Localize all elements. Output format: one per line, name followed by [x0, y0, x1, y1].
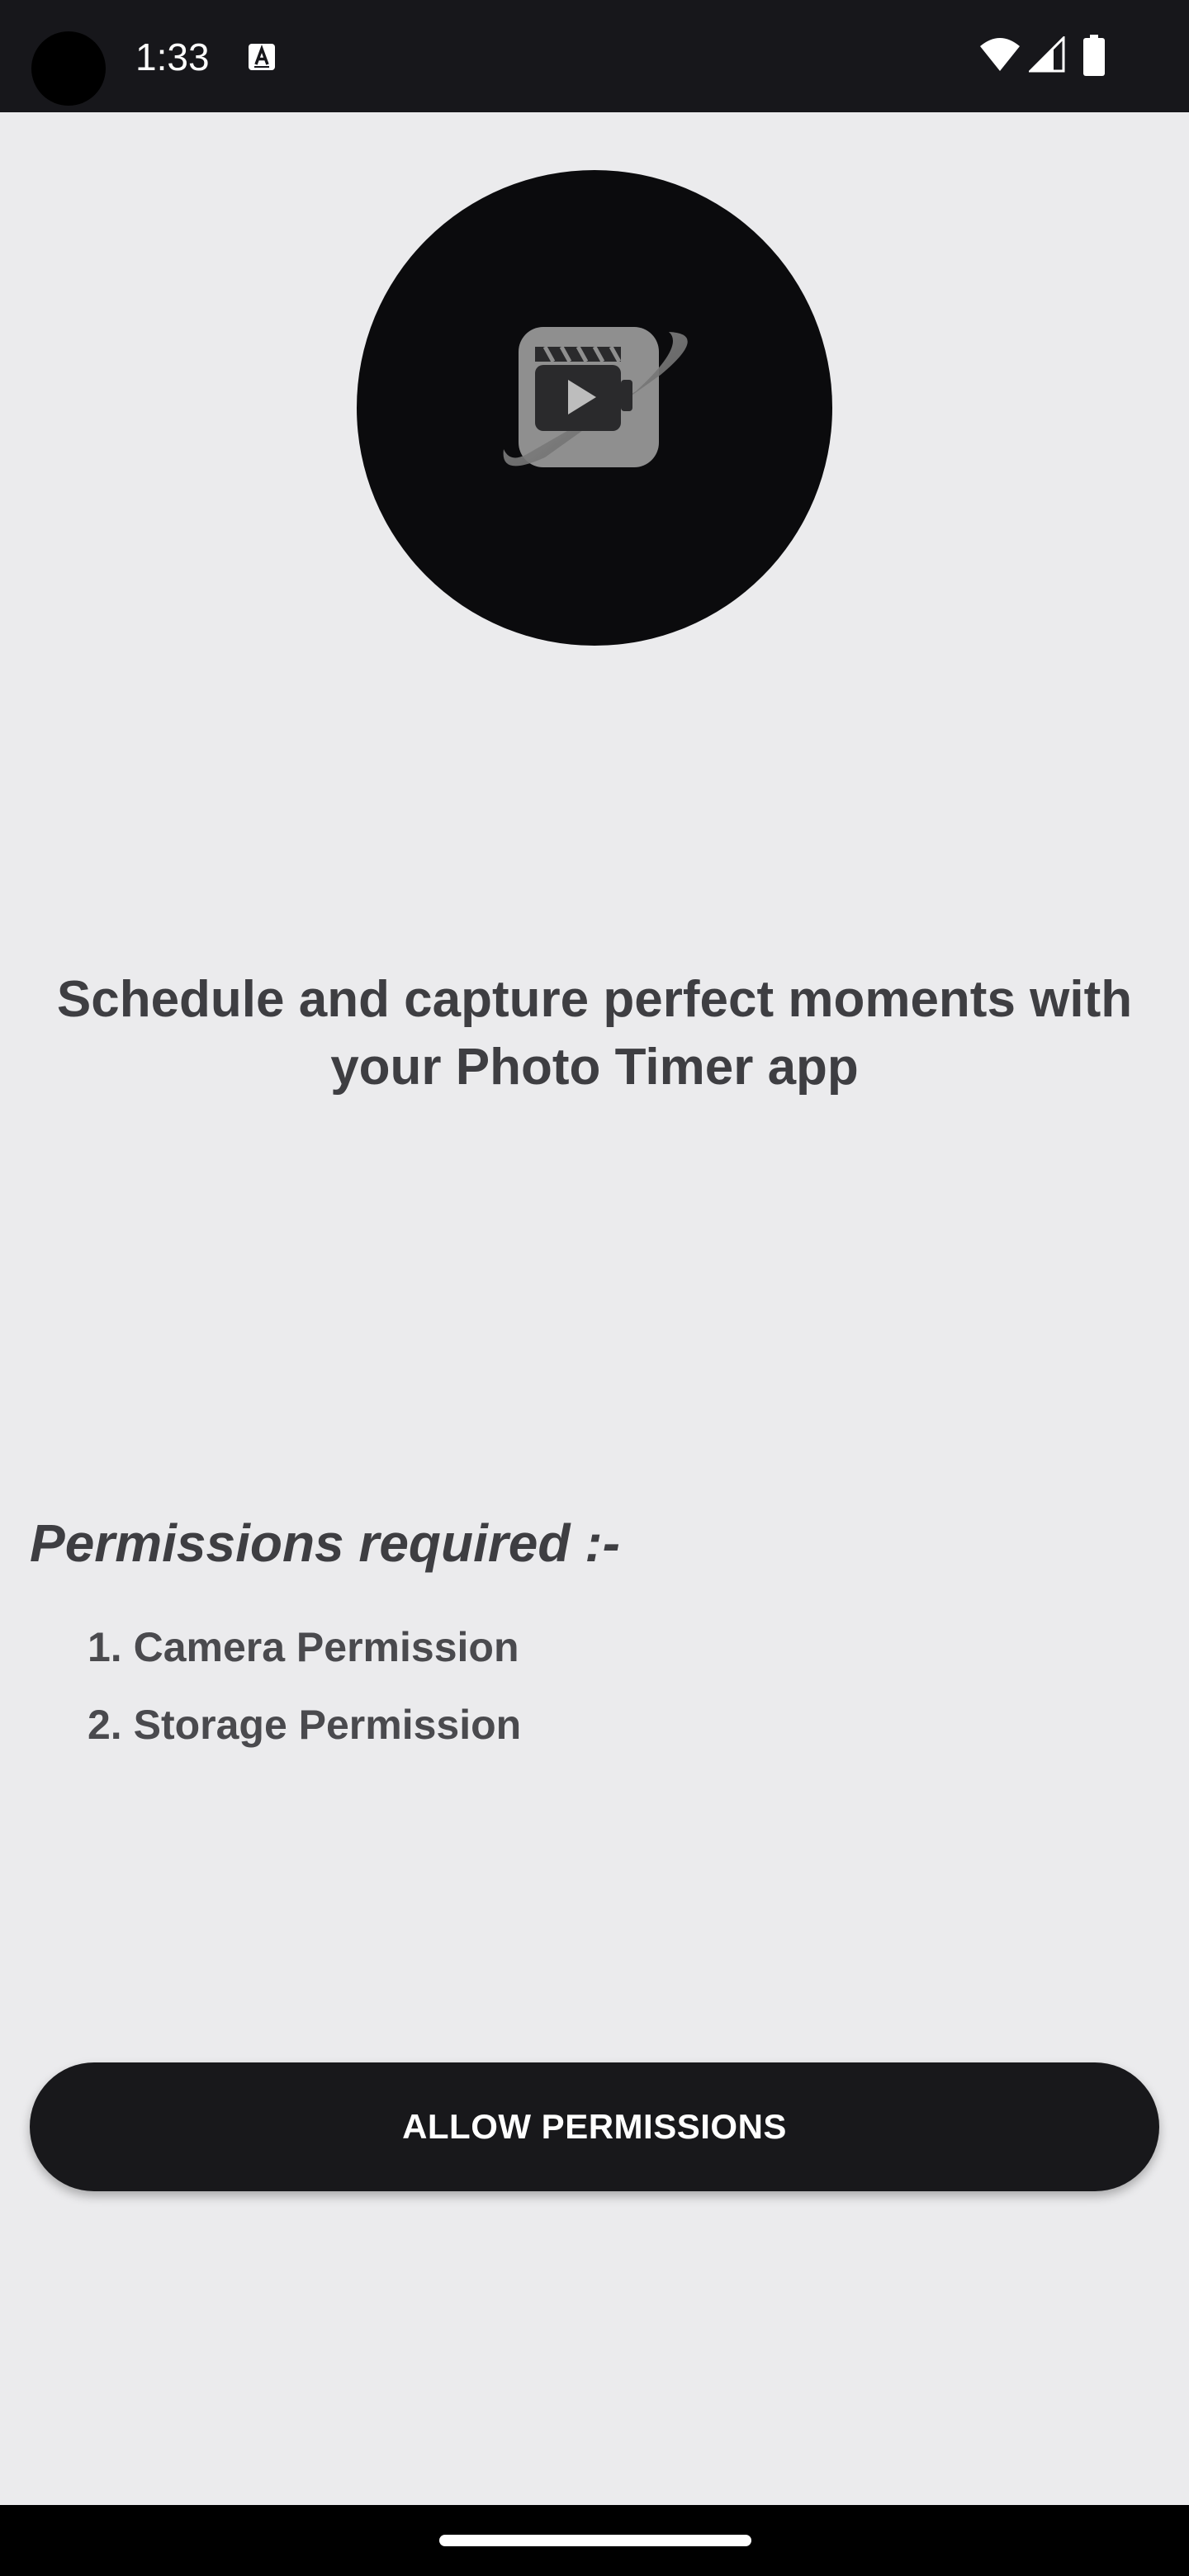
permission-camera: 1. Camera Permission — [88, 1624, 519, 1670]
status-time: 1:33 — [135, 36, 210, 78]
navigation-bar — [0, 2505, 1189, 2576]
tagline: Schedule and capture perfect moments wit… — [56, 971, 1133, 1096]
app-logo — [357, 170, 832, 646]
permission-storage: 2. Storage Permission — [88, 1702, 522, 1748]
allow-permissions-button[interactable]: ALLOW PERMISSIONS — [30, 2062, 1159, 2191]
permission-list: 1. Camera Permission 2. Storage Permissi… — [88, 1608, 521, 1764]
permissions-title: Permissions required :- — [30, 1513, 620, 1573]
status-bar: 1:33 — [0, 0, 1189, 112]
font-a-icon — [248, 43, 276, 71]
signal-icon — [1027, 35, 1065, 73]
camera-cutout — [31, 31, 106, 106]
video-clapper-icon — [503, 327, 688, 467]
wifi-icon — [979, 36, 1021, 73]
battery-icon — [1083, 35, 1105, 76]
home-indicator[interactable] — [439, 2535, 751, 2546]
